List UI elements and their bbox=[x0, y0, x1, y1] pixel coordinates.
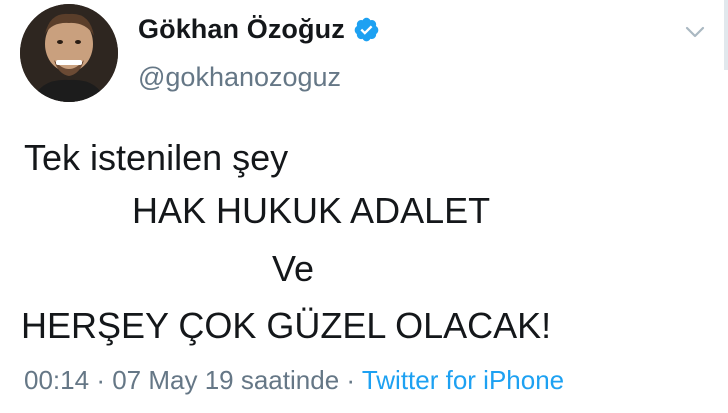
display-name[interactable]: Gökhan Özoğuz bbox=[138, 14, 345, 45]
tweet-text-line: Ve bbox=[272, 248, 315, 289]
tweet-text-line: HAK HUKUK ADALET bbox=[132, 190, 491, 231]
meta-separator: · bbox=[96, 365, 105, 395]
chevron-down-icon[interactable] bbox=[681, 22, 709, 42]
meta-separator: · bbox=[346, 365, 356, 395]
tweet-source-link[interactable]: Twitter for iPhone bbox=[362, 365, 564, 395]
tweet-time[interactable]: 00:14 bbox=[24, 365, 89, 395]
user-handle[interactable]: @gokhanozoguz bbox=[138, 62, 341, 93]
avatar[interactable] bbox=[20, 4, 118, 102]
verified-badge-icon bbox=[353, 16, 380, 43]
tweet-text-line: Tek istenilen şey bbox=[24, 137, 289, 178]
display-name-row: Gökhan Özoğuz bbox=[138, 14, 380, 45]
tweet: Gökhan Özoğuz @gokhanozoguz Tek istenile… bbox=[0, 0, 728, 413]
tweet-date[interactable]: 07 May 19 saatinde bbox=[112, 365, 339, 395]
avatar-image bbox=[20, 4, 118, 102]
scrollbar bbox=[724, 0, 728, 70]
tweet-text-line: HERŞEY ÇOK GÜZEL OLACAK! bbox=[21, 305, 552, 346]
tweet-metadata: 00:14 · 07 May 19 saatinde · Twitter for… bbox=[24, 365, 564, 396]
